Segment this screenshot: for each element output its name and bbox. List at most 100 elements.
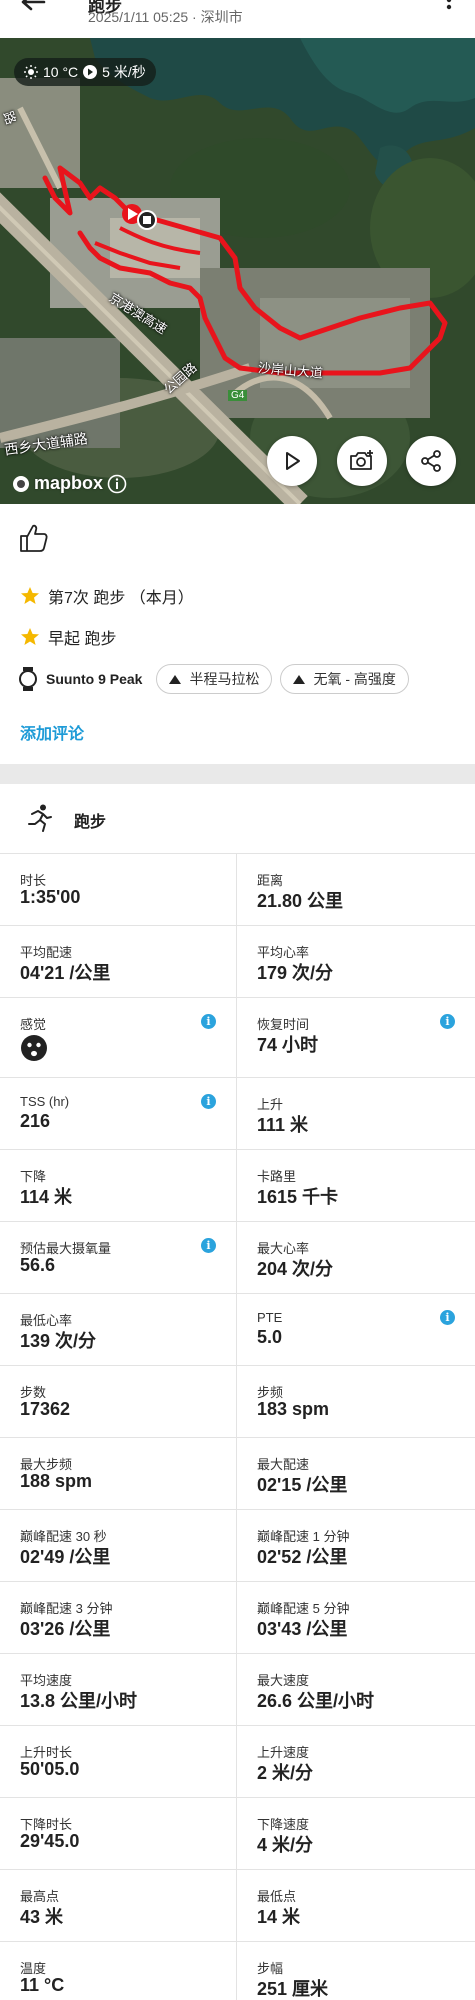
stat-cell: 下降 114 米 — [0, 1150, 237, 1222]
route-map[interactable]: 京港澳高速 公园路 G4 西乡大道辅路 沙岸山大道 路 10 °C 5 米/秒 … — [0, 38, 475, 504]
stat-cell: 巅峰配速 5 分钟 03'43 /公里 — [237, 1582, 475, 1654]
stat-cell: 巅峰配速 1 分钟 02'52 /公里 — [237, 1510, 475, 1582]
info-icon[interactable]: i — [440, 1310, 455, 1325]
replay-button[interactable] — [267, 436, 317, 486]
stat-value: 43 米 — [20, 1907, 64, 1927]
stat-value: 5.0 — [257, 1327, 283, 1347]
stat-cell[interactable]: 预估最大摄氧量 56.6 i — [0, 1222, 237, 1294]
weather-badge: 10 °C 5 米/秒 — [14, 58, 156, 86]
stat-cell: 步幅 251 厘米 — [237, 1942, 475, 2000]
tag-chip[interactable]: 半程马拉松 — [156, 664, 273, 694]
stat-value: 13.8 公里/小时 — [20, 1691, 138, 1711]
stat-value: 11 °C — [20, 1975, 65, 1995]
star-icon — [21, 628, 39, 645]
stat-value: 02'15 /公里 — [257, 1475, 348, 1495]
stat-value: 50'05.0 — [20, 1759, 80, 1779]
stat-cell[interactable]: TSS (hr) 216 i — [0, 1078, 237, 1150]
mapbox-attribution[interactable]: mapbox — [12, 473, 127, 494]
stat-cell: 最高点 43 米 — [0, 1870, 237, 1942]
stat-cell: 上升 111 米 — [237, 1078, 475, 1150]
share-icon — [421, 450, 441, 472]
stat-cell: 平均配速 04'21 /公里 — [0, 926, 237, 998]
stat-cell[interactable]: PTE 5.0 i — [237, 1294, 475, 1366]
stat-value: 29'45.0 — [20, 1831, 80, 1851]
stat-cell: 上升速度 2 米/分 — [237, 1726, 475, 1798]
temperature-text: 10 °C — [43, 64, 79, 80]
stat-cell: 上升时长 50'05.0 — [0, 1726, 237, 1798]
stat-value: 03'26 /公里 — [20, 1619, 111, 1639]
wind-direction-icon — [83, 65, 98, 79]
stat-value: 188 spm — [20, 1471, 93, 1491]
info-icon[interactable]: i — [201, 1014, 216, 1029]
stat-value: 26.6 公里/小时 — [257, 1691, 375, 1711]
info-icon[interactable]: i — [201, 1094, 216, 1109]
stat-cell: 时长 1:35'00 — [0, 854, 237, 926]
sun-icon — [24, 65, 38, 79]
stat-value: 2 米/分 — [257, 1763, 314, 1783]
share-button[interactable] — [406, 436, 456, 486]
stat-value: 1:35'00 — [20, 887, 81, 907]
stat-label: 感觉 — [20, 1017, 47, 1032]
mapbox-text: mapbox — [34, 473, 104, 493]
stat-cell: 下降速度 4 米/分 — [237, 1798, 475, 1870]
stat-value: 21.80 公里 — [257, 891, 344, 911]
stat-label: PTE — [257, 1310, 283, 1325]
device-name: Suunto 9 Peak — [46, 671, 143, 687]
wind-speed-text: 5 米/秒 — [102, 64, 146, 80]
triangle-icon — [169, 674, 182, 684]
stat-value: 04'21 /公里 — [20, 963, 111, 983]
stat-value: 02'49 /公里 — [20, 1547, 111, 1567]
like-thumb-icon[interactable] — [18, 522, 50, 554]
star-icon — [21, 587, 39, 604]
add-comment-link[interactable]: 添加评论 — [20, 720, 84, 744]
achievement-item: 第7次 跑步 （本月） — [20, 584, 194, 608]
date-location: 2025/1/11 05:25 · 深圳市 — [88, 9, 243, 25]
back-arrow-icon[interactable] — [18, 0, 48, 24]
stat-cell[interactable]: 感觉 i — [0, 998, 237, 1078]
section-divider — [0, 764, 475, 784]
info-icon[interactable] — [107, 474, 127, 494]
stat-cell: 温度 11 °C — [0, 1942, 237, 2000]
stat-cell: 最低心率 139 次/分 — [0, 1294, 237, 1366]
stat-value: 114 米 — [20, 1187, 73, 1207]
app-header: 跑步 2025/1/11 05:25 · 深圳市 — [0, 0, 475, 38]
stat-cell: 步频 183 spm — [237, 1366, 475, 1438]
running-icon — [28, 804, 52, 832]
stat-value: 4 米/分 — [257, 1835, 314, 1855]
stat-cell: 最大配速 02'15 /公里 — [237, 1438, 475, 1510]
map-label: G4 — [228, 390, 248, 401]
stat-cell: 最大心率 204 次/分 — [237, 1222, 475, 1294]
stat-cell: 距离 21.80 公里 — [237, 854, 475, 926]
stat-cell: 步数 17362 — [0, 1366, 237, 1438]
stat-cell: 平均心率 179 次/分 — [237, 926, 475, 998]
stat-value: 179 次/分 — [257, 963, 334, 983]
activity-summary: 第7次 跑步 （本月） 早起 跑步 Suunto 9 Peak 半程马拉松 无氧… — [0, 504, 475, 762]
more-options-icon[interactable] — [445, 0, 453, 18]
stat-cell: 平均速度 13.8 公里/小时 — [0, 1654, 237, 1726]
stat-value: 204 次/分 — [257, 1259, 334, 1279]
stat-value: 251 厘米 — [257, 1979, 329, 1999]
stat-cell: 巅峰配速 30 秒 02'49 /公里 — [0, 1510, 237, 1582]
stat-label: TSS (hr) — [20, 1094, 70, 1109]
achievement-text: 第7次 跑步 （本月） — [48, 590, 194, 607]
info-icon[interactable]: i — [201, 1238, 216, 1253]
stat-value: 74 小时 — [257, 1035, 319, 1055]
play-icon — [286, 452, 300, 470]
tag-chip-label: 无氧 - 高强度 — [313, 671, 396, 687]
stat-value: 02'52 /公里 — [257, 1547, 348, 1567]
info-icon[interactable]: i — [440, 1014, 455, 1029]
activity-header: 跑步 — [0, 784, 475, 854]
stat-value: 14 米 — [257, 1907, 301, 1927]
achievement-item: 早起 跑步 — [20, 625, 116, 649]
stat-cell: 最大速度 26.6 公里/小时 — [237, 1654, 475, 1726]
watch-icon — [19, 667, 37, 691]
device-row: Suunto 9 Peak 半程马拉松 无氧 - 高强度 — [18, 664, 409, 694]
tag-chip-label: 半程马拉松 — [189, 671, 260, 687]
tag-chip[interactable]: 无氧 - 高强度 — [280, 664, 409, 694]
stat-cell: 卡路里 1615 千卡 — [237, 1150, 475, 1222]
stat-value: 216 — [20, 1111, 51, 1131]
activity-type: 跑步 — [74, 814, 107, 831]
stat-cell[interactable]: 恢复时间 74 小时 i — [237, 998, 475, 1078]
add-photo-button[interactable] — [337, 436, 387, 486]
stat-value: 111 米 — [257, 1115, 309, 1135]
